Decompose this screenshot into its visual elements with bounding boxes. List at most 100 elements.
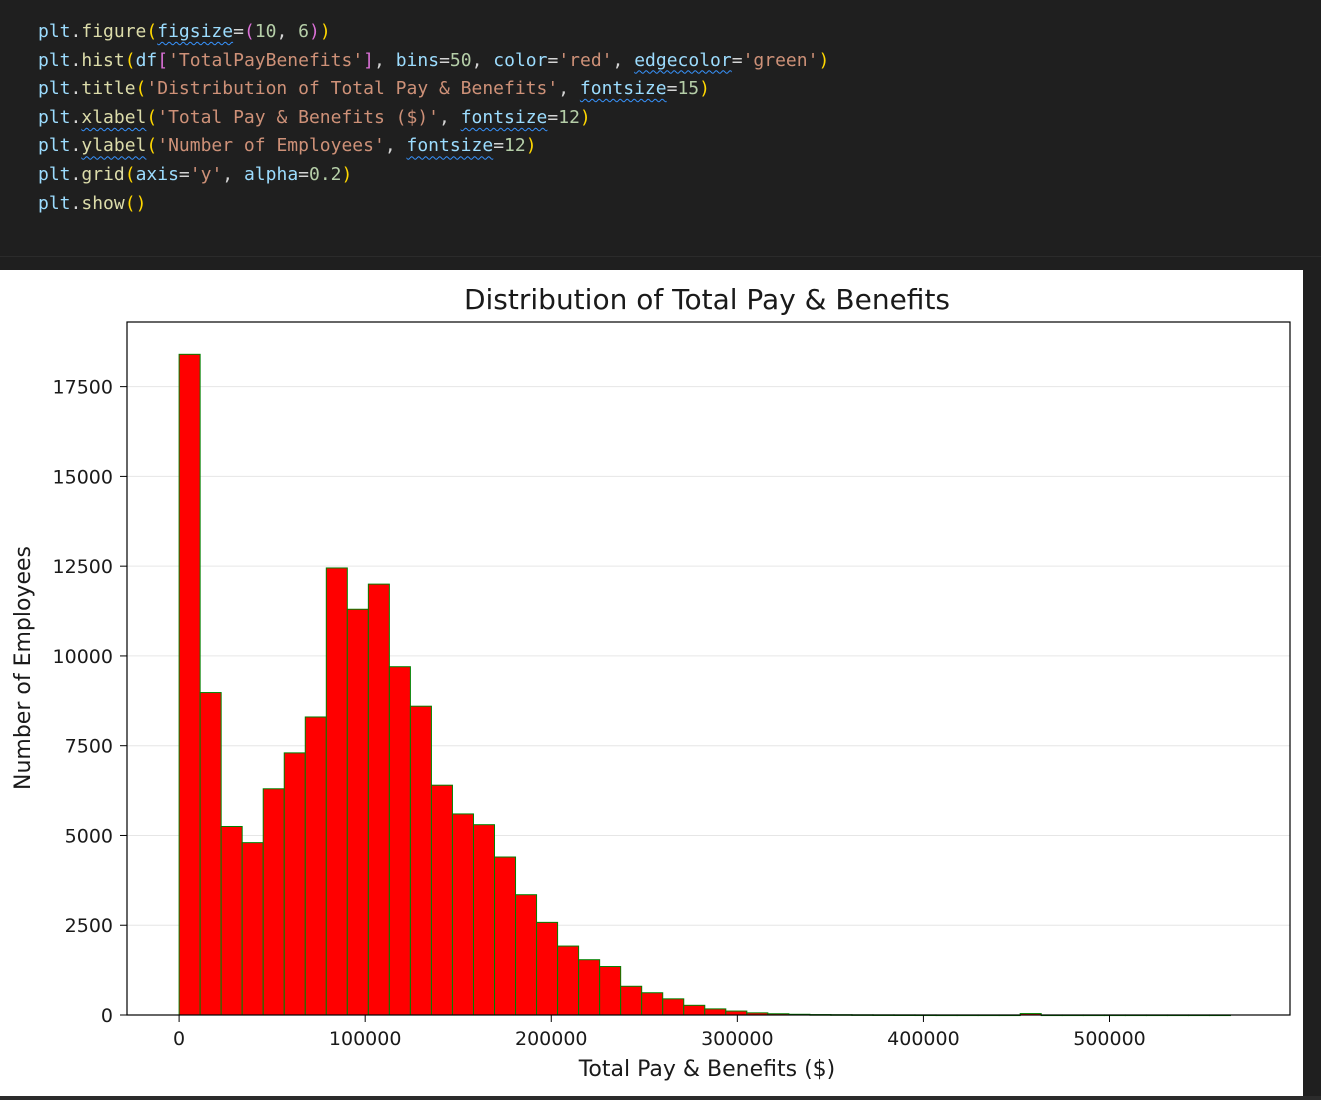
code-token: , <box>276 21 299 42</box>
code-token: ) <box>525 135 537 157</box>
x-tick-label: 400000 <box>887 1028 960 1050</box>
y-tick-label: 12500 <box>53 556 113 578</box>
code-token: 'y' <box>189 164 223 185</box>
code-token: ) <box>699 78 710 100</box>
code-token: , <box>384 135 407 157</box>
code-token: ) <box>319 21 331 42</box>
histogram-bar <box>409 705 432 1016</box>
code-token: 12 <box>504 135 526 157</box>
code-token: figure <box>81 21 147 42</box>
y-tick-label: 7500 <box>65 736 113 758</box>
histogram-bar <box>220 825 243 1016</box>
code-token: fontsize <box>579 78 667 100</box>
code-line: plt.xlabel('Total Pay & Benefits ($)', f… <box>38 104 591 132</box>
histogram-bars <box>178 353 1231 1017</box>
code-token: , <box>558 78 580 100</box>
code-token: , <box>374 49 396 71</box>
code-token: plt <box>38 49 71 71</box>
y-tick-label: 17500 <box>53 377 113 399</box>
code-token: = <box>178 164 190 185</box>
code-token: ylabel <box>81 135 147 157</box>
histogram-bar <box>536 921 559 1016</box>
code-token: 'TotalPayBenefits' <box>168 49 364 71</box>
histogram-bar <box>620 985 643 1016</box>
histogram-bar <box>472 824 496 1016</box>
histogram-bar <box>451 813 474 1016</box>
code-token: = <box>547 49 559 71</box>
code-token: plt <box>38 192 71 214</box>
chart-title: Distribution of Total Pay & Benefits <box>464 283 950 316</box>
code-token: ( <box>146 106 158 128</box>
x-tick-label: 300000 <box>701 1028 774 1050</box>
histogram-bar <box>199 692 222 1016</box>
scrollbar[interactable] <box>1305 270 1321 1096</box>
y-axis-label: Number of Employees <box>11 546 36 790</box>
histogram-bar <box>178 353 201 1016</box>
histogram-bar <box>346 608 369 1016</box>
code-token: . <box>70 78 82 100</box>
code-token: bins <box>395 49 440 71</box>
code-token: ( <box>146 21 158 42</box>
code-token: fontsize <box>406 135 494 157</box>
histogram-bar <box>325 567 348 1016</box>
code-line: plt.grid(axis='y', alpha=0.2) <box>38 161 352 189</box>
x-tick-label: 0 <box>173 1028 185 1050</box>
code-token: 'Total Pay & Benefits ($)' <box>157 106 439 128</box>
histogram-bar <box>557 945 580 1016</box>
code-token: grid <box>81 164 125 185</box>
code-token: 'Distribution of Total Pay & Benefits' <box>146 78 559 100</box>
histogram-bar <box>662 998 685 1016</box>
code-token: , <box>471 49 494 71</box>
histogram-bar <box>494 856 517 1016</box>
code-token: ( <box>124 49 136 71</box>
y-tick-label: 15000 <box>53 466 113 488</box>
histogram-bar <box>683 1004 706 1016</box>
code-token: axis <box>135 164 179 185</box>
code-token: ) <box>309 21 320 42</box>
code-token: plt <box>38 135 71 157</box>
code-token: ( <box>124 164 136 185</box>
x-tick-label: 200000 <box>515 1028 588 1050</box>
code-token: ] <box>363 49 375 71</box>
histogram-bar <box>241 842 264 1016</box>
histogram-bar <box>283 752 306 1016</box>
code-token: plt <box>38 21 71 42</box>
code-line: plt.show() <box>38 190 146 218</box>
y-tick-label: 5000 <box>65 825 113 847</box>
code-token: ( <box>146 135 158 157</box>
code-token: . <box>70 164 82 185</box>
code-token: hist <box>81 49 125 71</box>
y-tick-label: 0 <box>101 1005 113 1027</box>
code-token: 50 <box>449 49 472 71</box>
code-token: . <box>70 192 82 214</box>
x-tick-label: 500000 <box>1073 1028 1146 1050</box>
code-token: , <box>612 49 635 71</box>
histogram-bar <box>578 959 601 1016</box>
code-token: 'red' <box>558 49 613 71</box>
code-token: plt <box>38 78 71 100</box>
code-token: = <box>439 49 450 71</box>
x-tick-label: 100000 <box>329 1028 402 1050</box>
code-line: plt.title('Distribution of Total Pay & B… <box>38 75 710 103</box>
code-token: ) <box>341 164 353 185</box>
histogram-bar <box>641 992 664 1016</box>
code-token: = <box>666 78 678 100</box>
histogram-bar <box>704 1008 727 1016</box>
code-token: plt <box>38 106 71 128</box>
code-token: . <box>70 21 82 42</box>
code-token: [ <box>157 49 169 71</box>
y-tick-label: 10000 <box>53 646 113 668</box>
histogram-bar <box>515 894 538 1016</box>
code-token: xlabel <box>81 106 147 128</box>
code-line: plt.ylabel('Number of Employees', fontsi… <box>38 132 537 160</box>
code-token: alpha <box>243 164 299 185</box>
code-token: , <box>439 106 461 128</box>
histogram-bar <box>262 788 285 1016</box>
code-cell[interactable]: plt.figure(figsize=(10, 6)) plt.hist(df['… <box>0 0 1321 257</box>
code-token: 'green' <box>742 49 819 71</box>
code-token: ) <box>579 106 591 128</box>
code-line: plt.hist(df['TotalPayBenefits'], bins=50… <box>38 47 829 75</box>
code-token: plt <box>38 164 71 185</box>
histogram-chart: 0 100000 200000 300000 400000 500000 0 2500 5000… <box>11 283 1291 1082</box>
code-token: 0.2 <box>309 164 342 185</box>
